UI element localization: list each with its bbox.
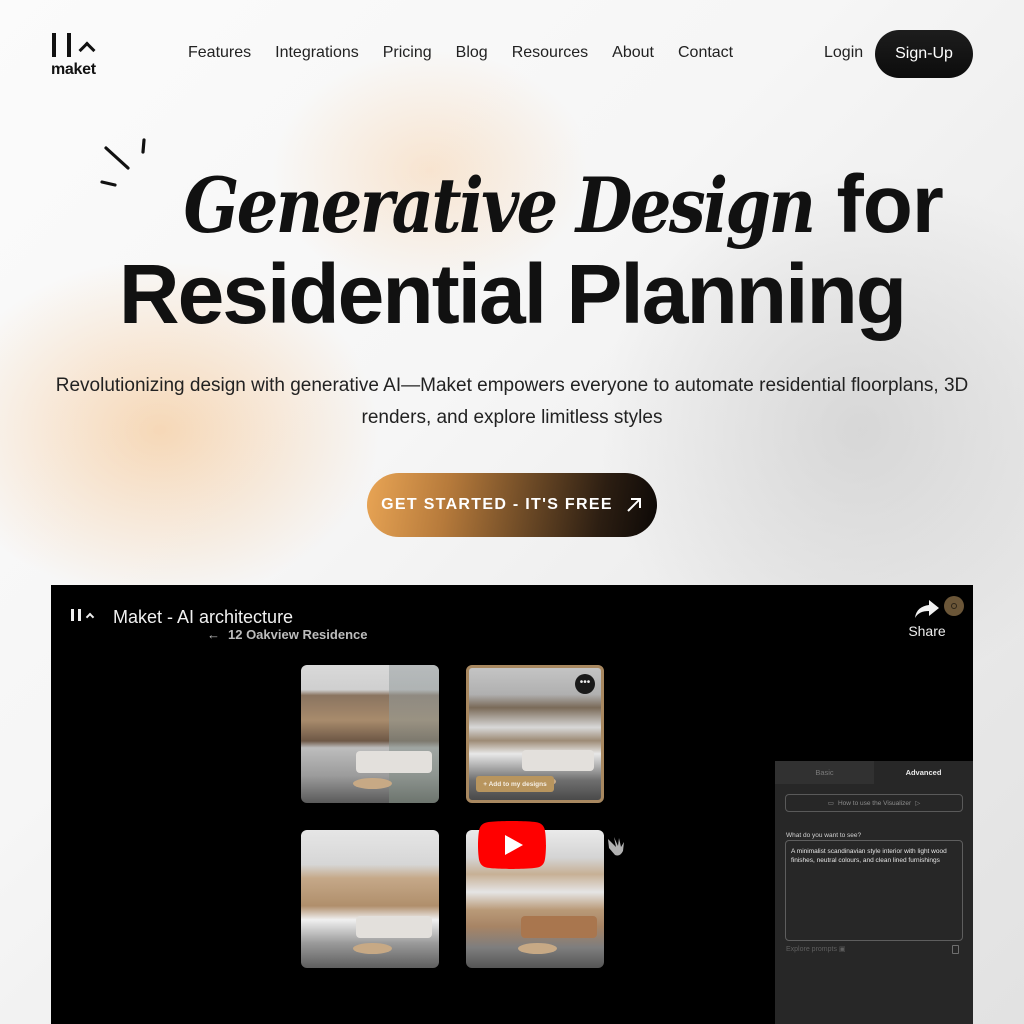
tab-basic: Basic bbox=[775, 761, 874, 784]
prompt-textarea: A minimalist scandinavian style interior… bbox=[785, 840, 963, 941]
get-started-button[interactable]: GET STARTED - IT'S FREE bbox=[367, 473, 657, 537]
nav-about[interactable]: About bbox=[612, 44, 654, 62]
render-thumbnail bbox=[301, 830, 439, 968]
hero-title-for: for bbox=[836, 159, 943, 250]
logo-wordmark: maket bbox=[51, 61, 96, 78]
channel-logo-icon[interactable] bbox=[71, 609, 101, 623]
channel-avatar[interactable] bbox=[944, 596, 964, 616]
youtube-video-embed[interactable]: Maket - AI architecture ← 12 Oakview Resi… bbox=[51, 585, 973, 1024]
visualizer-panel: Basic Advanced ▭ How to use the Visualiz… bbox=[775, 761, 973, 1024]
share-label: Share bbox=[908, 623, 946, 639]
nav-contact[interactable]: Contact bbox=[678, 44, 733, 62]
arrow-up-right-icon bbox=[627, 498, 641, 512]
hero-title: Generative Design for Residential Planni… bbox=[0, 158, 1024, 339]
logo-caret-icon bbox=[78, 41, 96, 59]
site-header: maket Features Integrations Pricing Blog… bbox=[51, 30, 973, 78]
video-title[interactable]: Maket - AI architecture bbox=[113, 607, 293, 628]
add-to-designs-button: + Add to my designs bbox=[476, 776, 554, 792]
nav-resources[interactable]: Resources bbox=[512, 44, 588, 62]
hero-subtitle: Revolutionizing design with generative A… bbox=[55, 375, 969, 428]
nav-features[interactable]: Features bbox=[188, 44, 251, 62]
back-arrow-icon: ← bbox=[207, 627, 220, 642]
how-to-use-visualizer-button: ▭ How to use the Visualizer ▷ bbox=[785, 794, 963, 812]
hero-title-line2: Residential Planning bbox=[118, 247, 907, 341]
render-thumbnail bbox=[301, 665, 439, 803]
main-nav: Features Integrations Pricing Blog Resou… bbox=[188, 44, 757, 62]
nav-integrations[interactable]: Integrations bbox=[275, 44, 359, 62]
maket-logo[interactable]: maket bbox=[51, 33, 101, 78]
project-name: 12 Oakview Residence bbox=[228, 627, 368, 642]
visualizer-tabs: Basic Advanced bbox=[775, 761, 973, 784]
more-options-icon: ••• bbox=[575, 674, 595, 694]
login-link[interactable]: Login bbox=[824, 44, 863, 62]
nav-pricing[interactable]: Pricing bbox=[383, 44, 432, 62]
play-outline-icon: ▷ bbox=[915, 800, 921, 807]
explore-prompts-link: Explore prompts ▣ bbox=[786, 945, 846, 953]
hand-cursor-icon bbox=[608, 837, 624, 856]
tab-advanced: Advanced bbox=[874, 761, 973, 784]
explore-prompts-label: Explore prompts bbox=[786, 946, 837, 953]
trash-icon bbox=[952, 945, 959, 954]
howto-label: How to use the Visualizer bbox=[837, 799, 912, 807]
prompt-label: What do you want to see? bbox=[786, 832, 862, 839]
get-started-label: GET STARTED - IT'S FREE bbox=[381, 496, 613, 513]
signup-button[interactable]: Sign-Up bbox=[875, 30, 973, 78]
book-icon: ▭ bbox=[827, 800, 834, 807]
render-thumbnail-selected: ••• + Add to my designs bbox=[466, 665, 604, 803]
nav-blog[interactable]: Blog bbox=[456, 44, 488, 62]
youtube-play-icon[interactable] bbox=[478, 821, 546, 869]
hero-title-italic: Generative Design bbox=[183, 161, 816, 250]
project-breadcrumb: ← 12 Oakview Residence bbox=[207, 627, 367, 642]
share-arrow-icon bbox=[915, 600, 939, 618]
chat-icon: ▣ bbox=[838, 946, 846, 953]
